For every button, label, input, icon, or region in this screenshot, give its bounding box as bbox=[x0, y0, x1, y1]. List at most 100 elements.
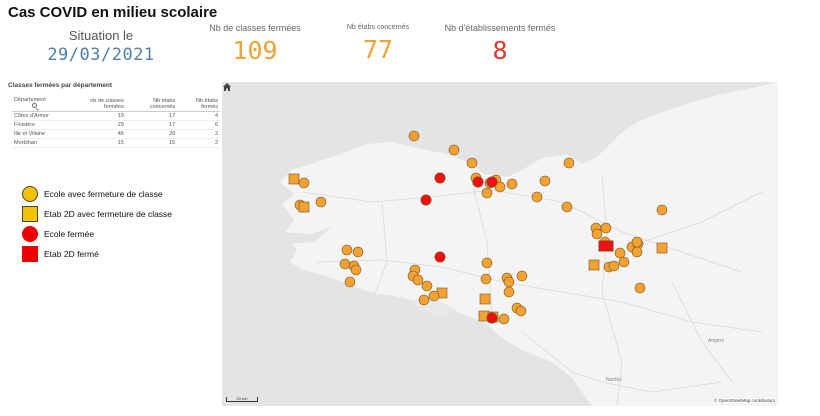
school-marker[interactable] bbox=[472, 176, 484, 188]
school-marker[interactable] bbox=[631, 236, 643, 248]
cell-departement: Côtes d'Armor bbox=[12, 111, 70, 121]
kpi-date-value: 29/03/2021 bbox=[47, 45, 155, 65]
school-marker[interactable] bbox=[421, 280, 433, 292]
kpi-fermes-value: 8 bbox=[492, 36, 508, 65]
orange-square-icon bbox=[22, 206, 38, 222]
school-marker[interactable] bbox=[631, 246, 643, 258]
kpi-etabs-concernes: Nb étabs concernés 77 bbox=[330, 24, 426, 64]
school-marker[interactable] bbox=[428, 290, 440, 302]
kpi-date-label: Situation le bbox=[68, 28, 134, 43]
cell-etabs: 17 bbox=[125, 111, 178, 121]
departement-table: Département nb de classes fermées Nb éta… bbox=[12, 96, 220, 148]
cell-fermes: 4 bbox=[177, 111, 220, 121]
school-marker[interactable] bbox=[608, 260, 620, 272]
table-row[interactable]: Morbihan 15 15 2 bbox=[12, 138, 220, 148]
cell-etabs: 28 bbox=[125, 129, 178, 139]
school-marker[interactable] bbox=[341, 244, 353, 256]
col-header-departement[interactable]: Département bbox=[12, 96, 70, 112]
school-marker[interactable] bbox=[412, 274, 424, 286]
school-marker[interactable] bbox=[561, 201, 573, 213]
school-marker[interactable] bbox=[539, 175, 551, 187]
school-marker[interactable] bbox=[531, 191, 543, 203]
school-marker[interactable] bbox=[339, 258, 351, 270]
school-marker[interactable] bbox=[315, 196, 327, 208]
etab-marker[interactable] bbox=[588, 259, 600, 271]
cell-departement: Finistère bbox=[12, 120, 70, 130]
map-legend: Ecole avec fermeture de classe Etab 2D a… bbox=[22, 184, 172, 264]
legend-item-ecole-fermeture-classe: Ecole avec fermeture de classe bbox=[22, 184, 172, 204]
city-label-nantes: Nantes bbox=[606, 377, 622, 383]
school-marker[interactable] bbox=[486, 312, 498, 324]
kpi-classes-fermees: Nb de classes fermées 109 bbox=[200, 23, 310, 65]
legend-label: Ecole fermée bbox=[44, 229, 95, 239]
legend-label: Etab 2D avec fermeture de classe bbox=[44, 209, 173, 219]
cell-classes: 19 bbox=[69, 111, 126, 121]
search-icon[interactable] bbox=[32, 103, 37, 108]
brittany-map[interactable]: Angers Nantes 20 km © OpenStreetMap cont… bbox=[222, 82, 778, 406]
cell-classes: 29 bbox=[69, 120, 126, 130]
map-canvas bbox=[280, 82, 778, 406]
school-marker[interactable] bbox=[516, 270, 528, 282]
map-scale-bar: 20 km bbox=[226, 397, 258, 402]
school-marker[interactable] bbox=[418, 294, 430, 306]
map-attribution[interactable]: © OpenStreetMap contributors bbox=[712, 398, 776, 403]
school-marker[interactable] bbox=[480, 273, 492, 285]
legend-item-ecole-fermee: Ecole fermée bbox=[22, 224, 172, 244]
table-title: Classes fermées par département bbox=[8, 82, 113, 89]
kpi-classes-label: Nb de classes fermées bbox=[209, 23, 301, 33]
table-row[interactable]: Finistère 29 17 6 bbox=[12, 120, 220, 130]
school-marker[interactable] bbox=[515, 305, 527, 317]
etab-marker[interactable] bbox=[598, 240, 610, 252]
table-row[interactable]: Côtes d'Armor 19 17 4 bbox=[12, 111, 220, 121]
school-marker[interactable] bbox=[498, 313, 510, 325]
cell-classes: 15 bbox=[69, 138, 126, 148]
school-marker[interactable] bbox=[481, 257, 493, 269]
kpi-etabs-label: Nb étabs concernés bbox=[346, 24, 410, 31]
school-marker[interactable] bbox=[503, 286, 515, 298]
school-marker[interactable] bbox=[614, 247, 626, 259]
red-square-icon bbox=[22, 246, 38, 262]
school-marker[interactable] bbox=[448, 144, 460, 156]
col-header-etabs[interactable]: Nb étabs concernés bbox=[125, 96, 178, 112]
cell-etabs: 15 bbox=[125, 138, 178, 148]
school-marker[interactable] bbox=[563, 157, 575, 169]
col-header-fermes[interactable]: Nb étabs fermés bbox=[177, 96, 220, 112]
cell-etabs: 17 bbox=[125, 120, 178, 130]
etab-marker[interactable] bbox=[656, 242, 668, 254]
etab-marker[interactable] bbox=[288, 173, 300, 185]
school-marker[interactable] bbox=[506, 178, 518, 190]
cell-departement: Ille et Vilaine bbox=[12, 129, 70, 139]
orange-circle-icon bbox=[22, 186, 38, 202]
school-marker[interactable] bbox=[434, 172, 446, 184]
city-label-angers: Angers bbox=[708, 338, 724, 344]
school-marker[interactable] bbox=[600, 222, 612, 234]
school-marker[interactable] bbox=[344, 276, 356, 288]
page-title: Cas COVID en milieu scolaire bbox=[8, 4, 218, 21]
school-marker[interactable] bbox=[618, 256, 630, 268]
etab-marker[interactable] bbox=[298, 201, 310, 213]
home-icon[interactable] bbox=[222, 82, 232, 92]
school-marker[interactable] bbox=[486, 176, 498, 188]
col-header-classes[interactable]: nb de classes fermées bbox=[69, 96, 126, 112]
school-marker[interactable] bbox=[408, 130, 420, 142]
school-marker[interactable] bbox=[591, 228, 603, 240]
kpi-etabs-value: 77 bbox=[362, 35, 394, 64]
school-marker[interactable] bbox=[656, 204, 668, 216]
school-marker[interactable] bbox=[481, 187, 493, 199]
red-circle-icon bbox=[22, 226, 38, 242]
school-marker[interactable] bbox=[503, 276, 515, 288]
school-marker[interactable] bbox=[298, 177, 310, 189]
school-marker[interactable] bbox=[352, 246, 364, 258]
etab-marker[interactable] bbox=[479, 293, 491, 305]
legend-item-etab-fermeture-classe: Etab 2D avec fermeture de classe bbox=[22, 204, 172, 224]
school-marker[interactable] bbox=[434, 251, 446, 263]
school-marker[interactable] bbox=[420, 194, 432, 206]
kpi-fermes-label: Nb d'établissements fermés bbox=[444, 23, 556, 33]
cell-classes: 46 bbox=[69, 129, 126, 139]
school-marker[interactable] bbox=[634, 282, 646, 294]
school-marker[interactable] bbox=[350, 264, 362, 276]
school-marker[interactable] bbox=[466, 157, 478, 169]
kpi-etablissements-fermes: Nb d'établissements fermés 8 bbox=[438, 23, 562, 65]
table-row[interactable]: Ille et Vilaine 46 28 2 bbox=[12, 129, 220, 139]
kpi-situation-date: Situation le 29/03/2021 bbox=[16, 28, 186, 65]
